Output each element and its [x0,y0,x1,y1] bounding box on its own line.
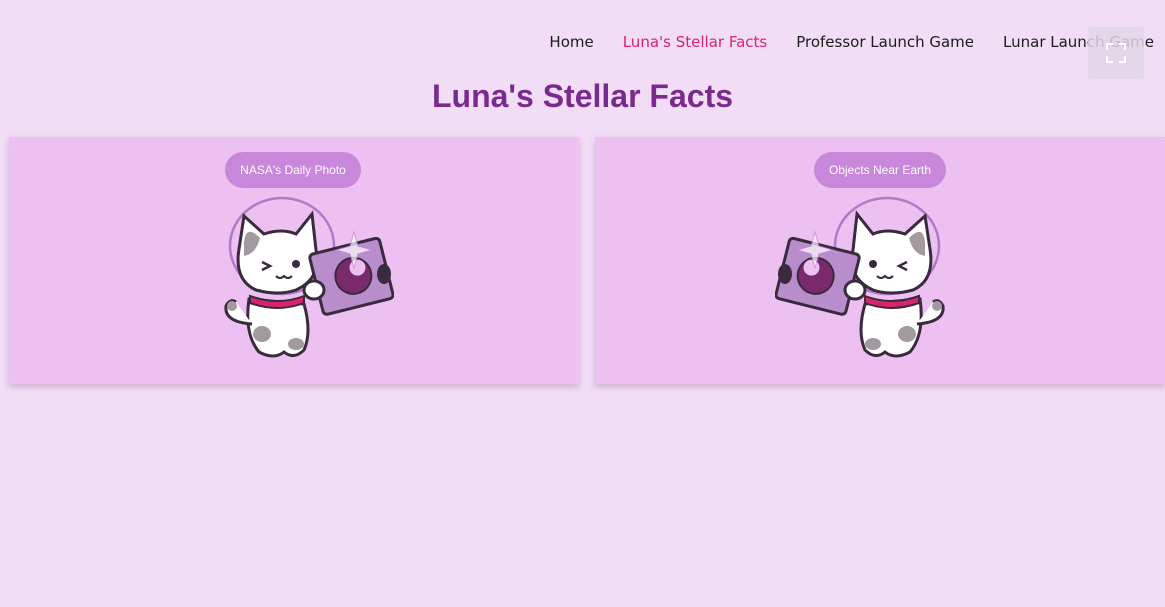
nav-link-professor-launch-game[interactable]: Professor Launch Game [782,32,989,52]
expand-icon [1106,43,1126,63]
astronaut-cat-illustration [204,194,395,364]
nav-link-stellar-facts[interactable]: Luna's Stellar Facts [608,32,782,52]
objects-near-earth-button[interactable]: Objects Near Earth [814,152,946,188]
nav-link-home[interactable]: Home [535,32,608,52]
page: Home Luna's Stellar Facts Professor Laun… [0,0,1165,607]
nasa-daily-photo-button[interactable]: NASA's Daily Photo [225,152,361,188]
top-nav: Home Luna's Stellar Facts Professor Laun… [535,32,1154,52]
page-title: Luna's Stellar Facts [431,78,734,114]
card-nasa-daily-photo: NASA's Daily Photo [9,137,579,384]
astronaut-cat-illustration [774,194,965,364]
fullscreen-button[interactable] [1088,27,1144,79]
card-objects-near-earth: Objects Near Earth [595,137,1165,384]
